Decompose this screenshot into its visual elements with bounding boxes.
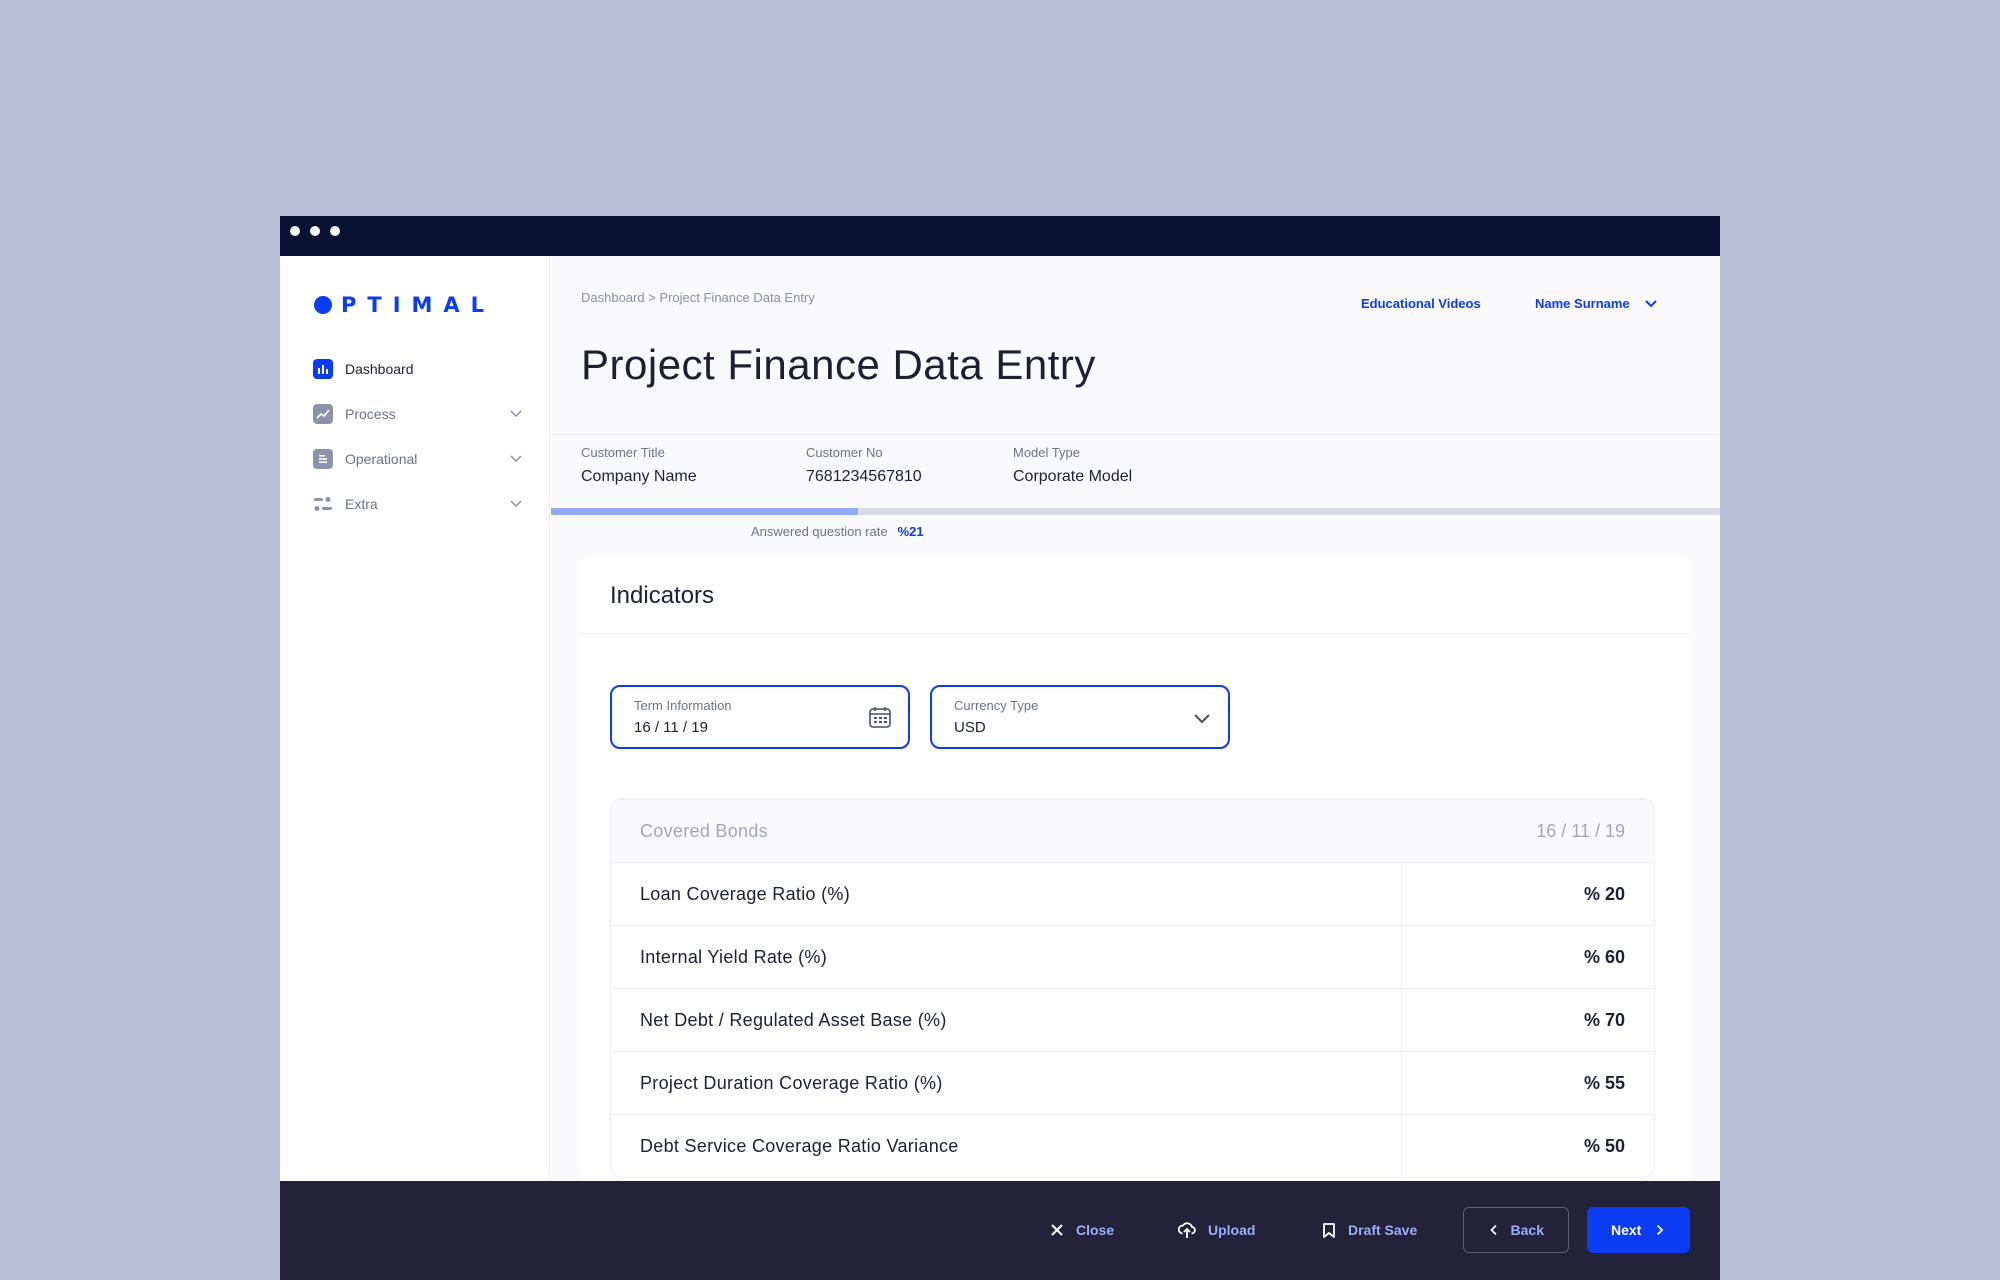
app-window: PTIMAL Dashboard Process Operational Ext… [280, 216, 1720, 1280]
row-label: Net Debt / Regulated Asset Base (%) [640, 1010, 947, 1030]
term-information-label: Term Information [634, 698, 732, 713]
customer-title-value: Company Name [581, 468, 697, 485]
user-name: Name Surname [1535, 296, 1630, 311]
sidebar-item-label: Process [345, 406, 396, 422]
next-button[interactable]: Next [1587, 1207, 1690, 1253]
next-label: Next [1611, 1222, 1642, 1238]
indicators-title: Indicators [610, 582, 715, 609]
chevron-down-icon[interactable] [509, 406, 523, 420]
draft-save-label: Draft Save [1348, 1222, 1418, 1238]
progress-caption: Answered question rate %21 [751, 524, 924, 539]
close-label: Close [1076, 1222, 1115, 1238]
row-value[interactable]: % 50 [1584, 1136, 1625, 1157]
progress-value: %21 [897, 524, 924, 539]
close-icon [1051, 1224, 1063, 1236]
table-header-name: Covered Bonds [640, 821, 768, 841]
indicators-card: Indicators Term Information 16 / 11 / 19… [580, 554, 1691, 1254]
back-label: Back [1510, 1222, 1544, 1238]
table-header: Covered Bonds 16 / 11 / 19 [611, 799, 1654, 862]
document-icon [313, 449, 333, 469]
customer-no-value: 7681234567810 [806, 468, 922, 485]
sidebar: PTIMAL Dashboard Process Operational Ext… [280, 256, 550, 1181]
divider [580, 633, 1691, 634]
logo[interactable]: PTIMAL [314, 293, 496, 317]
chevron-down-icon[interactable] [1192, 708, 1212, 728]
breadcrumb[interactable]: Dashboard > Project Finance Data Entry [581, 290, 815, 305]
customer-info: Customer Title Company Name Customer No … [551, 434, 1720, 506]
progress-label: Answered question rate [751, 524, 888, 539]
sidebar-item-extra[interactable]: Extra [313, 491, 523, 517]
draft-save-button[interactable]: Draft Save [1322, 1207, 1417, 1253]
window-dot-icon[interactable] [330, 226, 340, 236]
table-row[interactable]: Internal Yield Rate (%) % 60 [611, 925, 1654, 988]
table-header-date: 16 / 11 / 19 [1536, 821, 1625, 841]
sidebar-item-dashboard[interactable]: Dashboard [313, 356, 523, 382]
model-type-field: Model Type Corporate Model [1013, 445, 1132, 486]
toggles-icon [313, 494, 333, 514]
table-row[interactable]: Debt Service Coverage Ratio Variance % 5… [611, 1114, 1654, 1177]
row-label: Debt Service Coverage Ratio Variance [640, 1136, 959, 1156]
trend-chart-icon [313, 404, 333, 424]
table-row[interactable]: Project Duration Coverage Ratio (%) % 55 [611, 1051, 1654, 1114]
educational-videos-link[interactable]: Educational Videos [1361, 296, 1481, 311]
chevron-down-icon[interactable] [509, 496, 523, 510]
progress-bar-fill [551, 508, 858, 515]
window-dot-icon[interactable] [290, 226, 300, 236]
window-dot-icon[interactable] [310, 226, 320, 236]
chevron-down-icon[interactable] [509, 451, 523, 465]
row-value[interactable]: % 70 [1584, 1010, 1625, 1031]
upload-button[interactable]: Upload [1178, 1207, 1255, 1253]
customer-title-field: Customer Title Company Name [581, 445, 697, 486]
page-title: Project Finance Data Entry [581, 341, 1096, 388]
window-titlebar [280, 216, 1720, 256]
row-label: Project Duration Coverage Ratio (%) [640, 1073, 943, 1093]
upload-icon [1178, 1222, 1196, 1238]
row-value[interactable]: % 55 [1584, 1073, 1625, 1094]
term-information-value[interactable]: 16 / 11 / 19 [634, 719, 708, 736]
currency-type-value: USD [954, 719, 986, 736]
sidebar-item-label: Dashboard [345, 361, 414, 377]
calendar-icon[interactable] [868, 705, 892, 729]
covered-bonds-table: Covered Bonds 16 / 11 / 19 Loan Coverage… [610, 798, 1655, 1178]
action-footer: Close Upload Draft Save Back Next [280, 1181, 1720, 1280]
close-button[interactable]: Close [1050, 1207, 1114, 1253]
customer-no-field: Customer No 7681234567810 [806, 445, 922, 486]
sidebar-item-process[interactable]: Process [313, 401, 523, 427]
customer-no-label: Customer No [806, 445, 883, 460]
term-information-field[interactable]: Term Information 16 / 11 / 19 [610, 685, 910, 749]
upload-label: Upload [1208, 1222, 1256, 1238]
sidebar-item-label: Operational [345, 451, 418, 467]
back-button[interactable]: Back [1463, 1207, 1569, 1253]
chevron-left-icon [1490, 1224, 1497, 1236]
model-type-value: Corporate Model [1013, 468, 1133, 485]
currency-type-select[interactable]: Currency Type USD [930, 685, 1230, 749]
sidebar-item-operational[interactable]: Operational [313, 446, 523, 472]
row-label: Loan Coverage Ratio (%) [640, 884, 851, 904]
bar-chart-icon [313, 359, 333, 379]
table-row[interactable]: Loan Coverage Ratio (%) % 20 [611, 862, 1654, 925]
chevron-down-icon [1644, 299, 1657, 307]
chevron-right-icon [1657, 1224, 1664, 1236]
currency-type-label: Currency Type [954, 698, 1039, 713]
row-value[interactable]: % 20 [1584, 884, 1625, 905]
logo-mark-icon [314, 296, 332, 314]
logo-text: PTIMAL [341, 293, 496, 317]
row-label: Internal Yield Rate (%) [640, 947, 827, 967]
main-content: Dashboard > Project Finance Data Entry E… [551, 256, 1720, 1254]
sidebar-item-label: Extra [345, 496, 378, 512]
user-menu[interactable]: Name Surname [1535, 296, 1658, 311]
progress-bar [551, 508, 1720, 515]
model-type-label: Model Type [1013, 445, 1080, 460]
customer-title-label: Customer Title [581, 445, 665, 460]
bookmark-icon [1323, 1223, 1335, 1238]
row-value[interactable]: % 60 [1584, 947, 1625, 968]
table-row[interactable]: Net Debt / Regulated Asset Base (%) % 70 [611, 988, 1654, 1051]
